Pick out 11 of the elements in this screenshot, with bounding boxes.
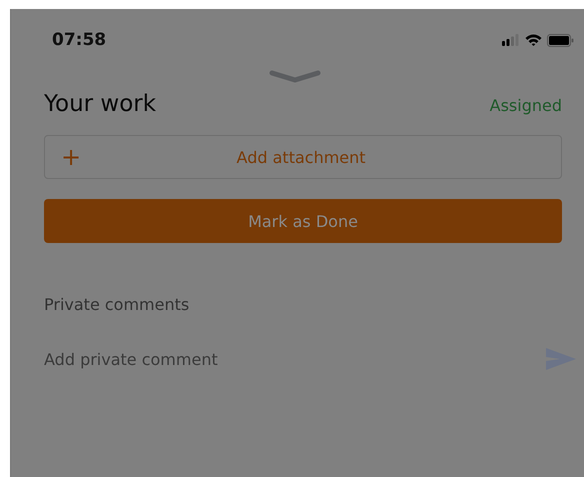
battery-icon <box>547 34 574 46</box>
add-attachment-button[interactable]: + Add attachment <box>44 135 562 179</box>
wifi-icon <box>525 34 542 46</box>
mark-as-done-button[interactable]: Mark as Done <box>44 199 562 243</box>
status-time: 07:58 <box>52 30 106 50</box>
chevron-down-icon[interactable] <box>268 69 320 83</box>
signal-icon <box>502 34 520 46</box>
comments-heading: Private comments <box>44 295 190 314</box>
section-title: Your work <box>44 91 156 117</box>
comment-field[interactable]: Add private comment <box>44 350 546 368</box>
status-label: Assigned <box>490 96 562 115</box>
